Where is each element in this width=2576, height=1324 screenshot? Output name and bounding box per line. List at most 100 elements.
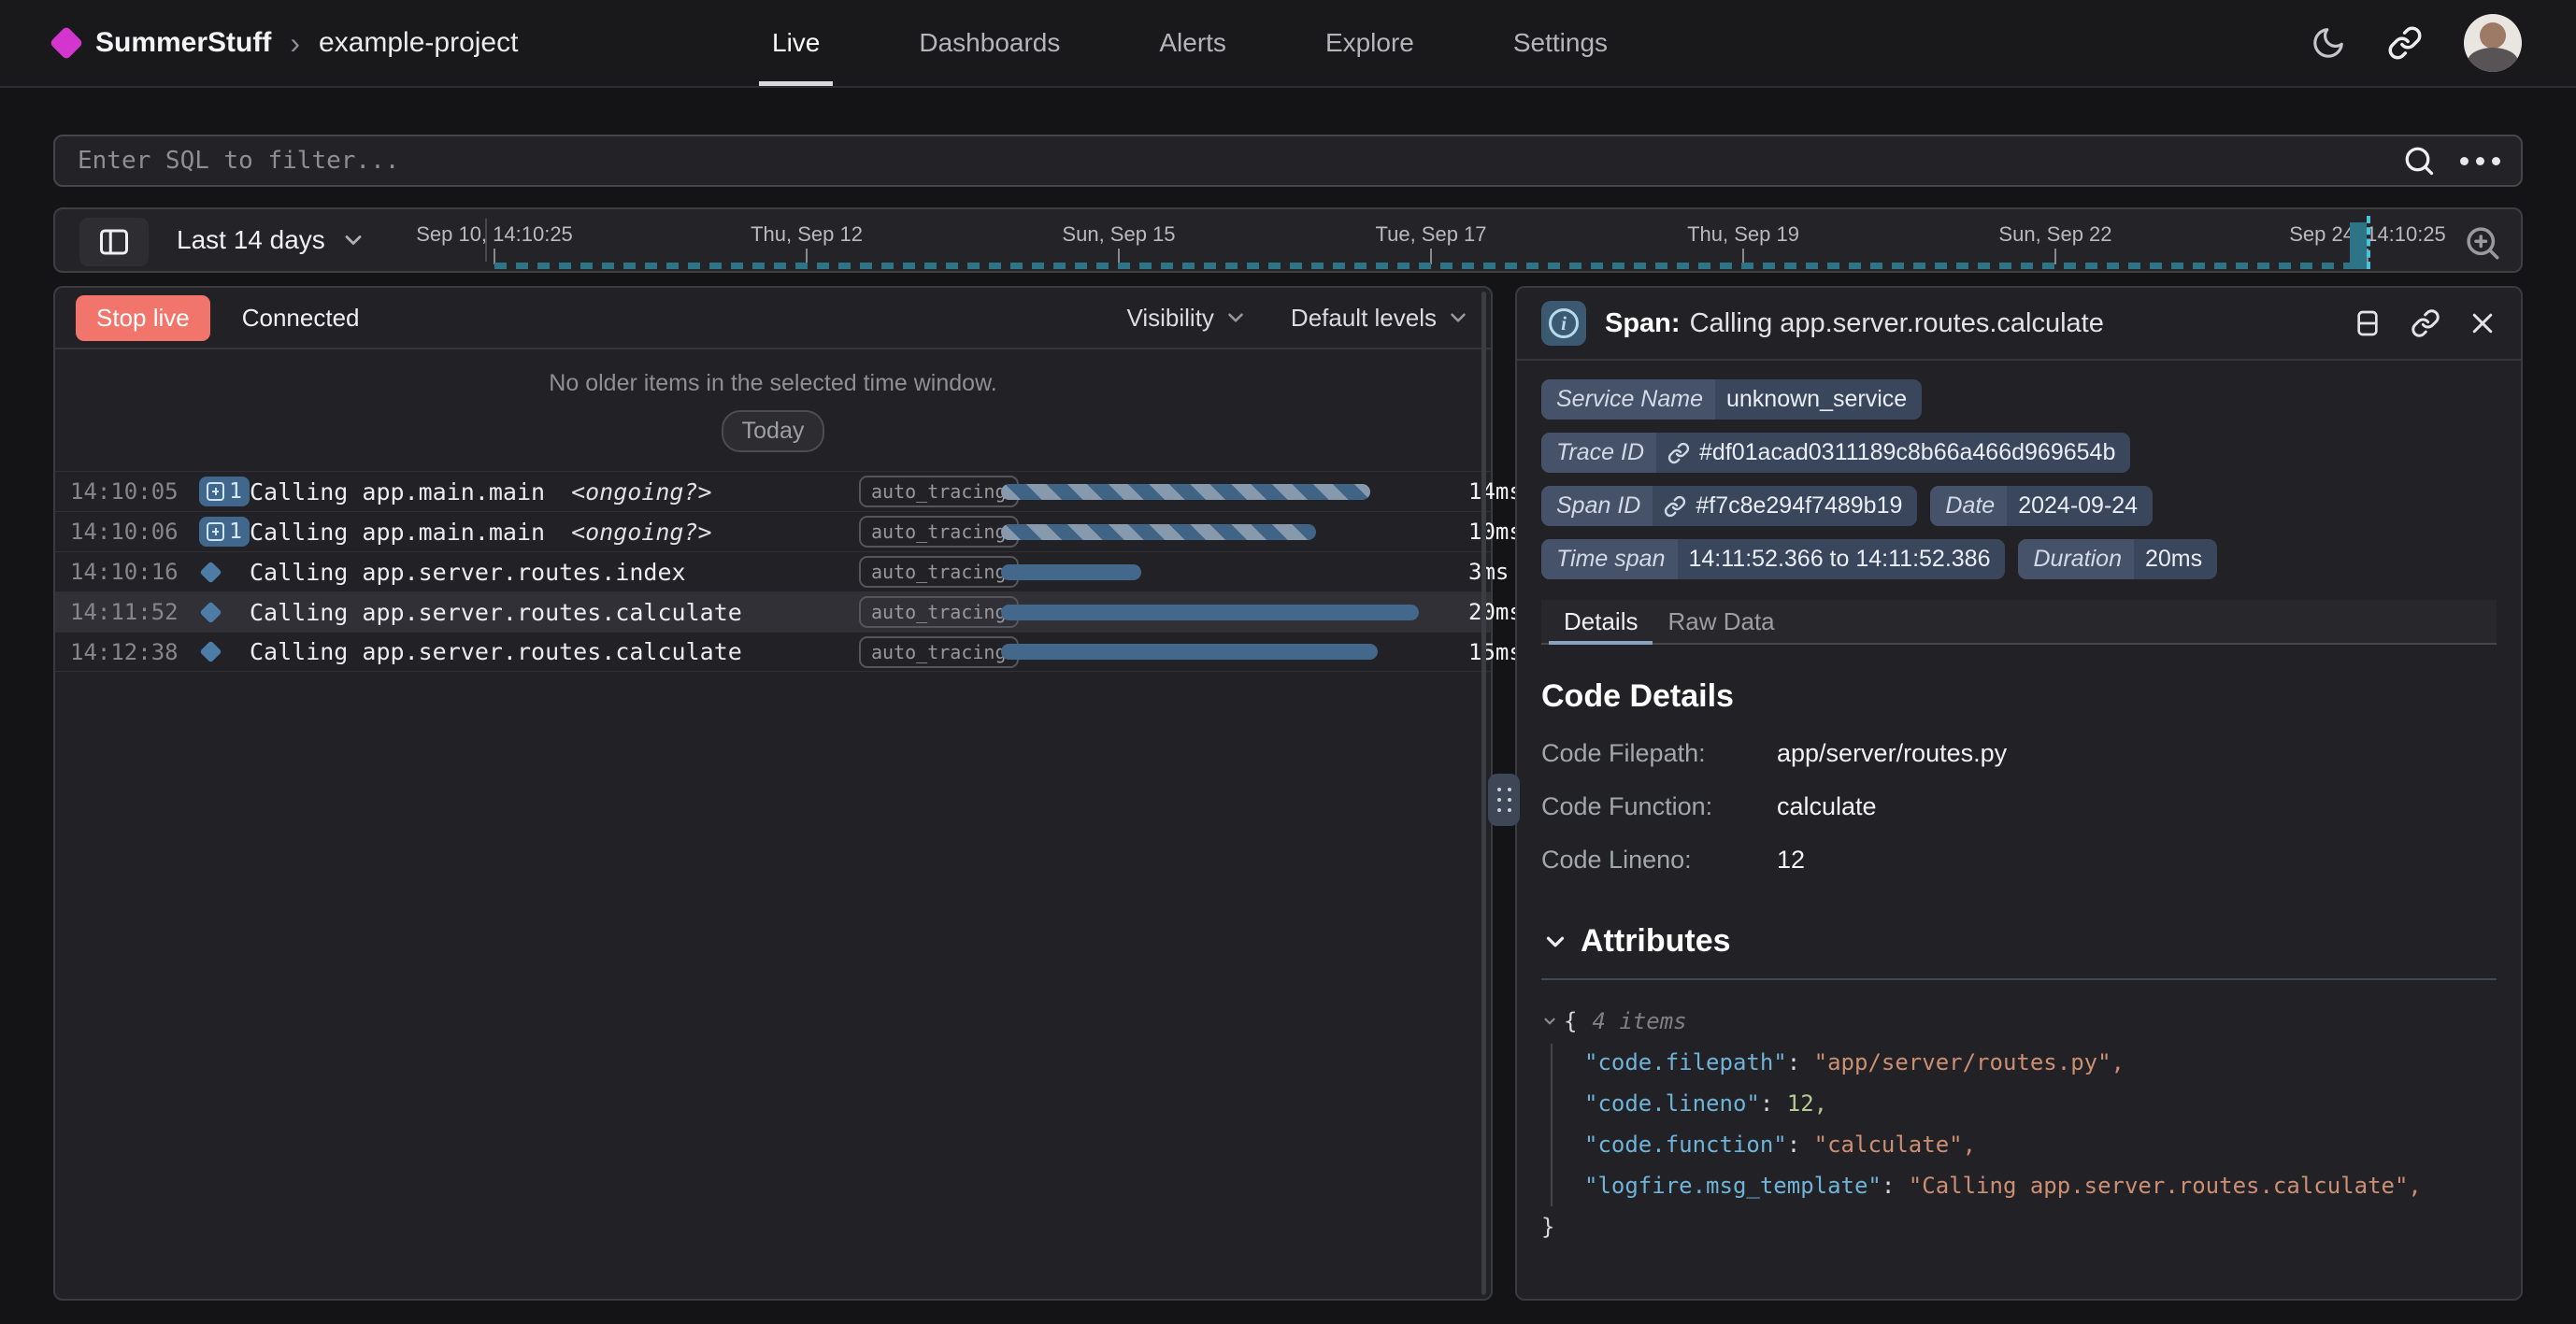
code-lineno-row: Code Lineno: 12 xyxy=(1541,846,2497,875)
json-key: "code.function" xyxy=(1584,1132,1787,1158)
time-range-label: Last 14 days xyxy=(177,225,325,255)
timeline-tick-label: Sun, Sep 22 xyxy=(1998,222,2111,247)
attributes-divider xyxy=(1541,978,2497,980)
badge-label: Date xyxy=(1930,486,2007,526)
time-range-dropdown[interactable]: Last 14 days xyxy=(177,209,366,271)
duration-badge: Duration 20ms xyxy=(2018,539,2217,579)
span-message: Calling app.server.routes.index xyxy=(250,559,686,586)
date-badge: Date 2024-09-24 xyxy=(1930,486,2153,526)
user-avatar[interactable] xyxy=(2464,14,2522,72)
visibility-dropdown[interactable]: Visibility xyxy=(1126,304,1247,333)
tab-raw-data[interactable]: Raw Data xyxy=(1660,600,1782,643)
span-row[interactable]: 14:12:38 Calling app.server.routes.calcu… xyxy=(55,632,1491,672)
badge-label: Service Name xyxy=(1541,379,1715,420)
tab-alerts[interactable]: Alerts xyxy=(1146,0,1239,86)
json-items-count: 4 items xyxy=(1592,1008,1686,1034)
span-id-badge[interactable]: Span ID #f7c8e294f7489b19 xyxy=(1541,486,1917,526)
collapse-icon xyxy=(1541,1013,1558,1030)
close-icon[interactable] xyxy=(2469,309,2497,337)
span-row-selected[interactable]: 14:11:52 Calling app.server.routes.calcu… xyxy=(55,591,1491,632)
span-title-text: Calling app.server.routes.calculate xyxy=(1690,308,2104,338)
live-feed-header: Stop live Connected Visibility Default l… xyxy=(55,288,1491,349)
default-levels-label: Default levels xyxy=(1291,304,1437,333)
panel-resize-handle[interactable] xyxy=(1488,774,1520,826)
breadcrumb: SummerStuff › example-project xyxy=(0,26,518,61)
row-timestamp: 14:10:05 xyxy=(70,478,199,505)
org-name[interactable]: SummerStuff xyxy=(95,27,271,59)
duration-bar xyxy=(1001,484,1370,500)
tag-auto-tracing[interactable]: auto_tracing xyxy=(859,476,1019,507)
tab-details[interactable]: Details xyxy=(1556,600,1645,643)
live-feed-panel: Stop live Connected Visibility Default l… xyxy=(53,286,1493,1301)
json-value: "Calling app.server.routes.calculate", xyxy=(1909,1173,2422,1199)
span-message: Calling app.main.main xyxy=(250,478,545,505)
duration-bar xyxy=(1001,605,1419,620)
tab-live[interactable]: Live xyxy=(759,0,833,86)
zoom-in-icon[interactable] xyxy=(2463,223,2502,263)
today-button[interactable]: Today xyxy=(722,410,825,452)
tag-auto-tracing[interactable]: auto_tracing xyxy=(859,556,1019,588)
tab-settings[interactable]: Settings xyxy=(1500,0,1621,86)
panel-layout-icon[interactable] xyxy=(2353,308,2383,338)
code-filepath-row: Code Filepath: app/server/routes.py xyxy=(1541,739,2497,768)
timeline-tick-label: Thu, Sep 19 xyxy=(1687,222,1799,247)
span-row[interactable]: 14:10:06 1 Calling app.main.main <ongoing… xyxy=(55,511,1491,551)
json-key: "logfire.msg_template" xyxy=(1584,1173,1882,1199)
time-span-badge: Time span 14:11:52.366 to 14:11:52.386 xyxy=(1541,539,2005,579)
visibility-label: Visibility xyxy=(1126,304,1213,333)
span-diamond-icon xyxy=(199,561,222,583)
chevron-down-icon xyxy=(1224,306,1248,330)
ongoing-marker: <ongoing?> xyxy=(571,478,712,505)
duration-bar xyxy=(1001,564,1141,580)
kv-label: Code Filepath: xyxy=(1541,739,1777,768)
json-entry: "logfire.msg_template": "Calling app.ser… xyxy=(1541,1165,2497,1206)
badge-value: #df01acad0311189c8b66a466d969654b xyxy=(1699,439,2115,466)
span-row[interactable]: 14:10:05 1 Calling app.main.main <ongoing… xyxy=(55,471,1491,511)
scrollbar[interactable] xyxy=(1481,292,1486,1295)
code-details-heading: Code Details xyxy=(1541,678,2497,715)
more-options-icon[interactable] xyxy=(2460,157,2500,165)
json-value: 12, xyxy=(1787,1090,1827,1117)
sidebar-toggle-button[interactable] xyxy=(79,218,149,266)
span-detail-panel: i Span:Calling app.server.routes.calcula… xyxy=(1515,286,2523,1301)
row-timestamp: 14:12:38 xyxy=(70,639,199,665)
dark-mode-toggle-icon[interactable] xyxy=(2311,25,2346,61)
span-row[interactable]: 14:10:16 Calling app.server.routes.index… xyxy=(55,551,1491,591)
project-name[interactable]: example-project xyxy=(319,27,518,59)
json-value: "calculate", xyxy=(1814,1132,1976,1158)
expand-children-badge[interactable]: 1 xyxy=(199,477,250,506)
breadcrumb-separator: › xyxy=(290,26,300,61)
nav-tabs: Live Dashboards Alerts Explore Settings xyxy=(759,0,1621,86)
timeline-tick-label: Sun, Sep 15 xyxy=(1062,222,1175,247)
tab-dashboards[interactable]: Dashboards xyxy=(906,0,1073,86)
row-timestamp: 14:10:06 xyxy=(70,519,199,545)
stop-live-button[interactable]: Stop live xyxy=(76,295,210,341)
tag-auto-tracing[interactable]: auto_tracing xyxy=(859,516,1019,548)
expand-icon xyxy=(207,482,224,501)
search-icon[interactable] xyxy=(2402,144,2436,178)
row-timestamp: 14:10:16 xyxy=(70,559,199,585)
link-icon xyxy=(1667,442,1690,464)
attributes-heading[interactable]: Attributes xyxy=(1541,923,2497,960)
badge-value: 2024-09-24 xyxy=(2007,486,2153,526)
json-key: "code.filepath" xyxy=(1584,1049,1787,1075)
copy-link-icon[interactable] xyxy=(2411,308,2440,338)
json-indent-guide xyxy=(1551,1044,1553,1206)
json-open-line[interactable]: { 4 items xyxy=(1541,1001,2497,1042)
share-link-icon[interactable] xyxy=(2387,25,2423,61)
default-levels-dropdown[interactable]: Default levels xyxy=(1291,304,1470,333)
json-key: "code.lineno" xyxy=(1584,1090,1760,1117)
ongoing-marker: <ongoing?> xyxy=(571,519,712,546)
sql-filter-input[interactable] xyxy=(55,147,2402,175)
tag-auto-tracing[interactable]: auto_tracing xyxy=(859,596,1019,628)
span-message: Calling app.main.main xyxy=(250,519,545,546)
tab-explore[interactable]: Explore xyxy=(1312,0,1427,86)
expand-children-badge[interactable]: 1 xyxy=(199,517,250,547)
chevron-down-icon xyxy=(1446,306,1470,330)
row-timestamp: 14:11:52 xyxy=(70,599,199,625)
span-list: 14:10:05 1 Calling app.main.main <ongoing… xyxy=(55,471,1491,672)
trace-id-badge[interactable]: Trace ID #df01acad0311189c8b66a466d96965… xyxy=(1541,433,2130,473)
chevron-down-icon xyxy=(340,227,366,253)
tag-auto-tracing[interactable]: auto_tracing xyxy=(859,636,1019,668)
kv-value: calculate xyxy=(1777,792,1877,821)
